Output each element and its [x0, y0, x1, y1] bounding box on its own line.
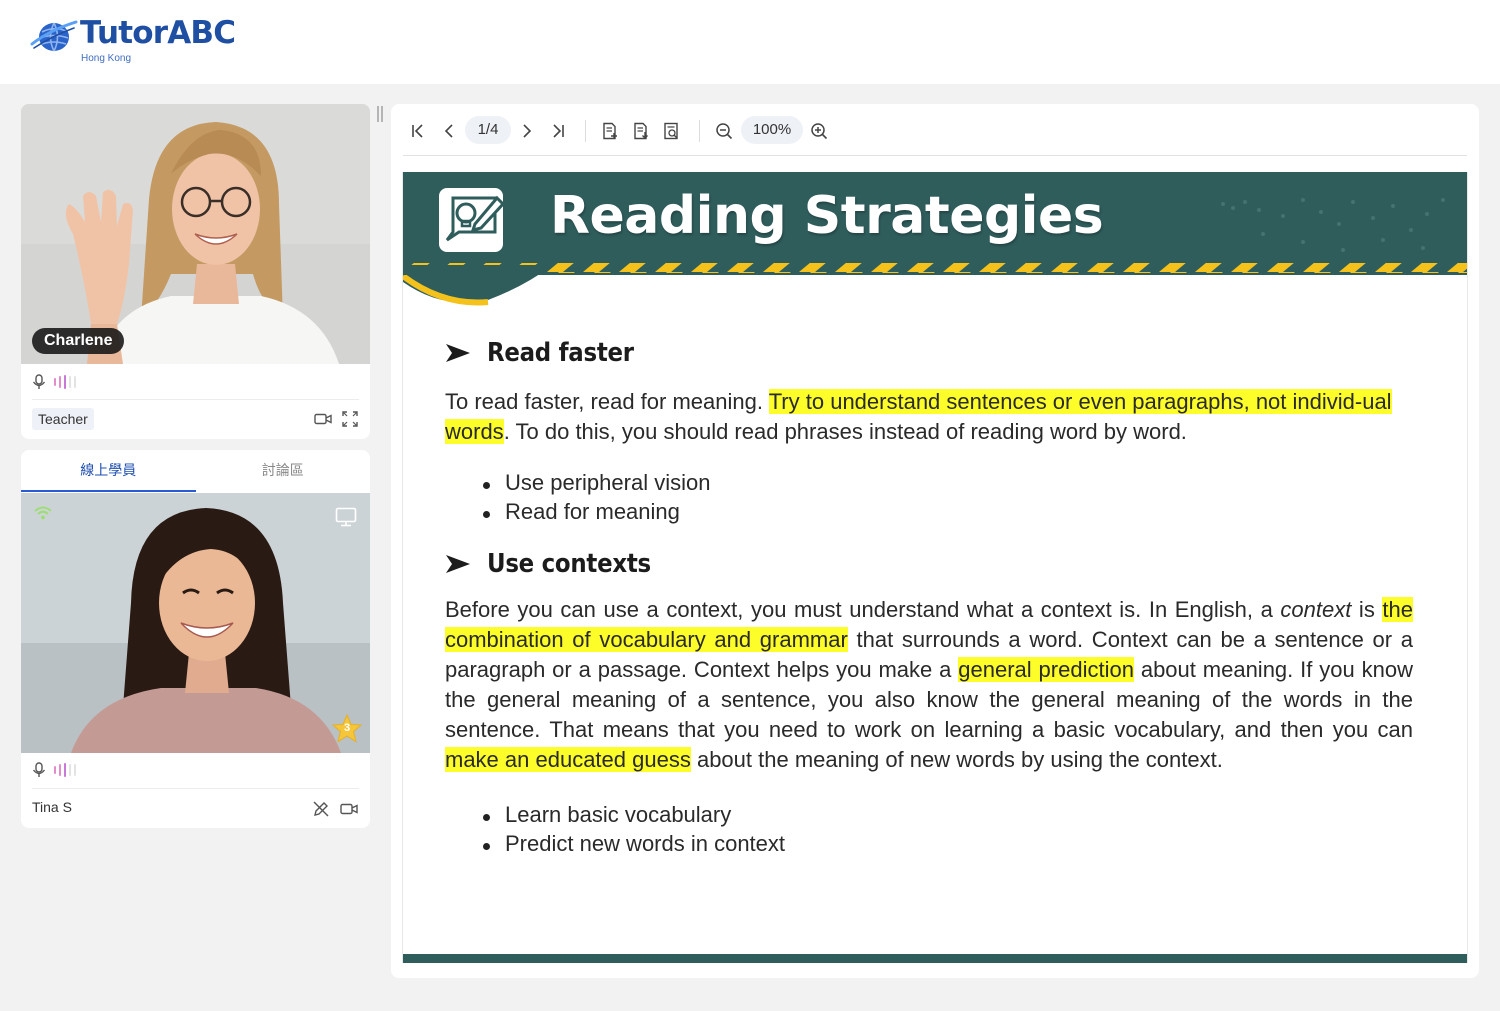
chevron-right-icon	[523, 124, 532, 138]
section-heading: Read faster	[487, 338, 634, 368]
add-page-button[interactable]	[597, 118, 623, 144]
bullet-list: Learn basic vocabulary Predict new words…	[483, 801, 785, 858]
network-signal-icon	[34, 506, 52, 520]
arrow-bullet-icon	[446, 555, 470, 573]
section-heading: Use contexts	[487, 549, 651, 579]
italic-term: context	[1280, 597, 1352, 622]
pen-disabled-icon[interactable]	[312, 800, 330, 818]
microphone-icon[interactable]	[32, 762, 46, 778]
slide-footer-bar	[403, 954, 1467, 963]
first-page-button[interactable]	[405, 118, 431, 144]
download-document-button[interactable]	[628, 118, 654, 144]
volume-meter	[54, 375, 76, 389]
app-header: TutorABC Hong Kong	[0, 0, 1500, 84]
list-item: Predict new words in context	[483, 830, 785, 859]
screen-share-icon[interactable]	[335, 507, 357, 527]
divider	[32, 788, 359, 789]
fullscreen-icon[interactable]	[342, 411, 358, 427]
student-audio-level	[32, 760, 76, 780]
paragraph-text: is	[1351, 597, 1383, 622]
camera-icon[interactable]	[314, 412, 332, 426]
microphone-icon[interactable]	[32, 374, 46, 390]
participant-tabs: 線上學員 討論區	[21, 450, 370, 492]
zoom-out-button[interactable]	[711, 118, 737, 144]
student-name: Tina S	[32, 799, 72, 815]
zoom-out-icon	[716, 123, 733, 140]
paragraph-text: . To do this, you should read phrases in…	[503, 419, 1187, 444]
teacher-video: Charlene	[21, 104, 370, 364]
bullet-list: Use peripheral vision Read for meaning	[483, 469, 710, 526]
document-preview-button[interactable]	[659, 118, 685, 144]
list-item: Learn basic vocabulary	[483, 801, 785, 830]
section-paragraph: Before you can use a context, you must u…	[445, 595, 1413, 775]
zoom-level[interactable]: 100%	[741, 116, 803, 144]
last-page-button[interactable]	[545, 118, 571, 144]
chevron-left-icon	[444, 124, 453, 138]
globe-logo-icon	[30, 20, 78, 52]
paragraph-text: Before you can use a context, you must u…	[445, 597, 1281, 622]
tab-discussion[interactable]: 討論區	[196, 450, 371, 492]
camera-icon[interactable]	[340, 802, 358, 816]
section-read-faster: Read faster	[445, 338, 654, 368]
list-item: Use peripheral vision	[483, 469, 710, 498]
student-panel: 線上學員 討論區 3 Tina S	[21, 450, 370, 828]
slide-page[interactable]: Reading Strategies Read faster To read f…	[402, 172, 1468, 963]
teacher-portrait	[21, 104, 370, 364]
student-portrait	[21, 493, 370, 753]
page-indicator[interactable]: 1/4	[465, 116, 511, 144]
star-count: 3	[343, 722, 351, 734]
divider	[32, 399, 359, 400]
first-page-icon	[412, 124, 423, 138]
toolbar-separator	[585, 120, 586, 142]
section-use-contexts: Use contexts	[445, 549, 673, 579]
section-paragraph: To read faster, read for meaning. Try to…	[445, 387, 1425, 447]
document-viewer: 1/4 100% Reading Strategies Read faster …	[391, 104, 1479, 978]
zoom-in-icon	[811, 123, 828, 140]
list-item: Read for meaning	[483, 498, 710, 527]
teacher-role-badge: Teacher	[32, 408, 94, 430]
highlighted-text: general prediction	[958, 657, 1134, 682]
teacher-panel: Charlene Teacher	[21, 104, 370, 439]
arrow-bullet-icon	[446, 344, 470, 362]
previous-page-button[interactable]	[436, 118, 462, 144]
volume-meter	[54, 763, 76, 777]
document-search-icon	[664, 122, 678, 140]
highlighted-text: make an educated guess	[445, 747, 691, 772]
toolbar-separator	[699, 120, 700, 142]
teacher-name-tag: Charlene	[32, 328, 125, 354]
paragraph-text: about the meaning of new words by using …	[690, 747, 1223, 772]
brand-name: TutorABC	[80, 15, 236, 51]
brand-region: Hong Kong	[81, 53, 132, 64]
paragraph-text: To read faster, read for meaning.	[445, 389, 769, 414]
panel-resize-handle[interactable]	[377, 106, 385, 122]
student-controls	[312, 800, 358, 818]
document-download-icon	[634, 122, 648, 140]
last-page-icon	[553, 124, 564, 138]
next-page-button[interactable]	[514, 118, 540, 144]
document-add-icon	[603, 122, 617, 140]
teacher-controls	[314, 411, 358, 427]
viewer-toolbar: 1/4 100%	[403, 114, 1467, 156]
zoom-in-button[interactable]	[806, 118, 832, 144]
star-reward: 3	[331, 713, 363, 745]
student-video: 3	[21, 493, 370, 753]
slide-title: Reading Strategies	[550, 186, 1104, 246]
tutorabc-logo[interactable]: TutorABC Hong Kong	[30, 14, 260, 70]
teacher-audio-level	[32, 372, 76, 392]
tab-online-students[interactable]: 線上學員	[21, 450, 196, 492]
